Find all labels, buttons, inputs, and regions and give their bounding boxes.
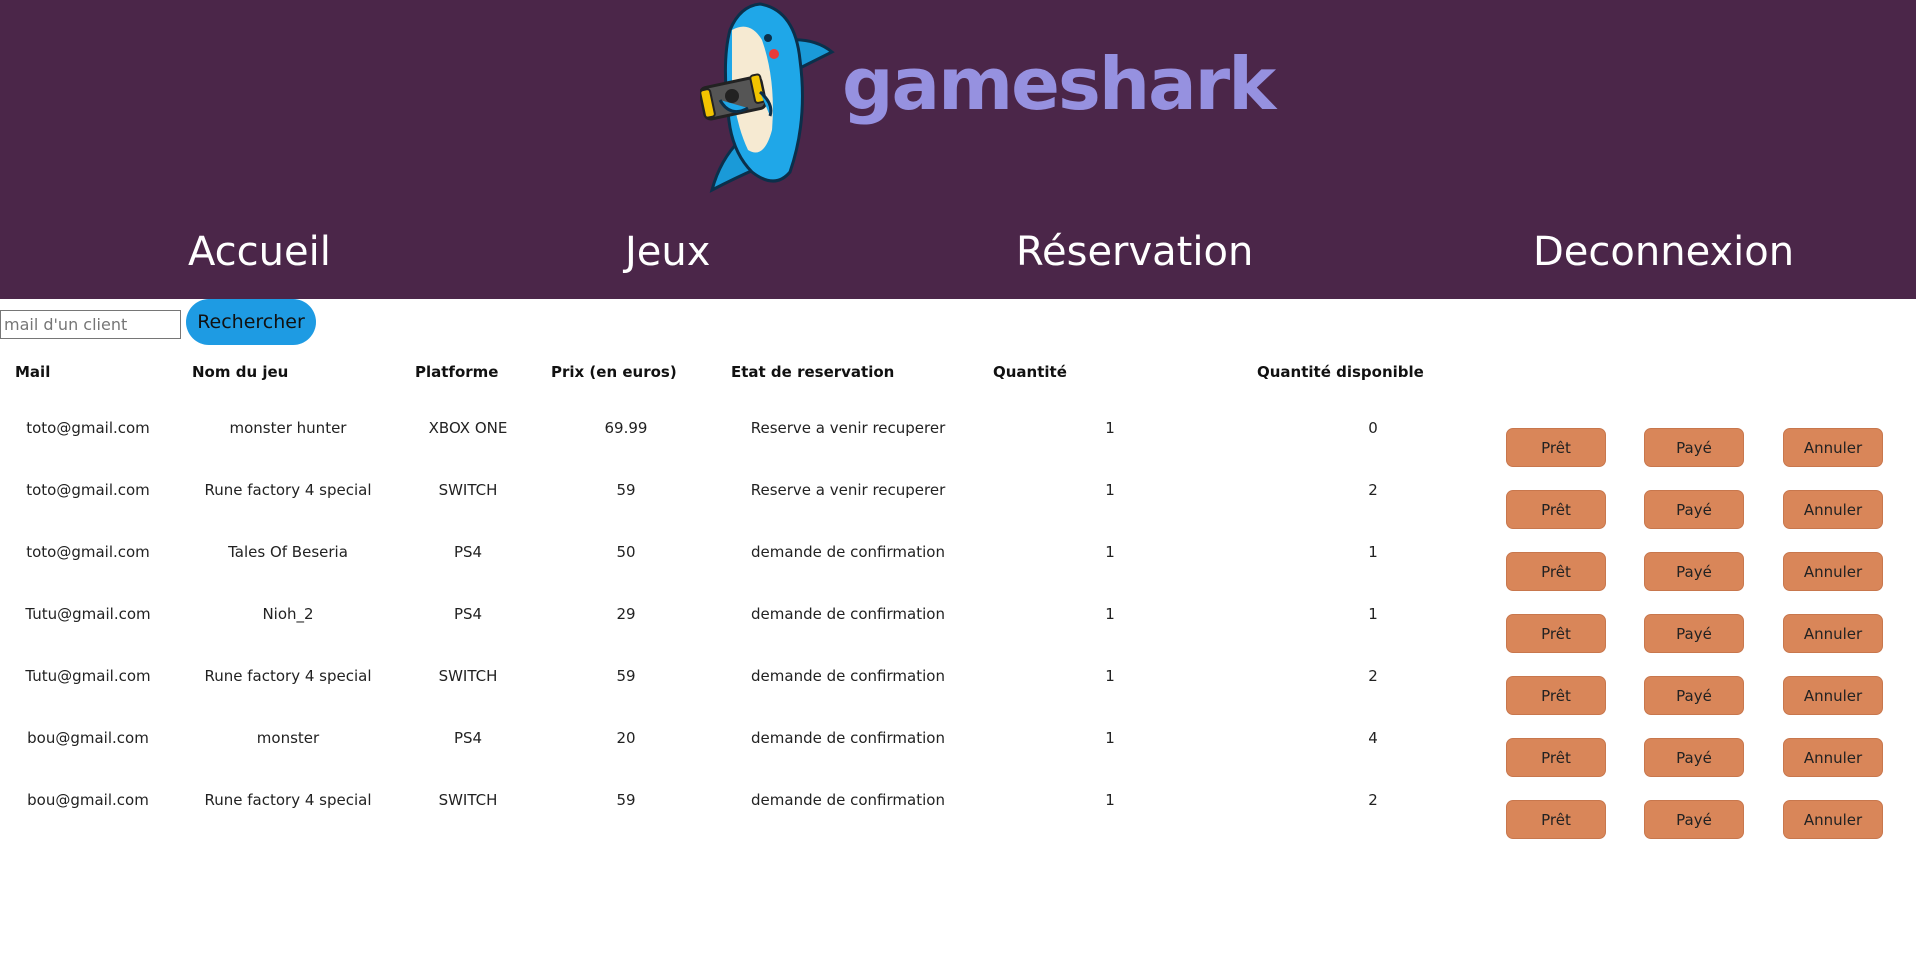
cell-mail: Tutu@gmail.com	[25, 605, 151, 623]
cell-disponible: 2	[1368, 791, 1378, 809]
cell-platforme: PS4	[453, 605, 483, 623]
column-header-disponible: Quantité disponible	[1257, 363, 1424, 381]
cell-etat: demande de confirmation	[751, 729, 945, 747]
cell-disponible: 1	[1368, 543, 1378, 561]
table-row: Tutu@gmail.com Nioh_2 PS4 29 demande de …	[0, 604, 1916, 666]
cell-mail: toto@gmail.com	[26, 481, 150, 499]
cell-quantite: 1	[1105, 419, 1115, 437]
column-header-prix: Prix (en euros)	[551, 363, 677, 381]
cell-etat: Reserve a venir recuperer	[750, 481, 946, 499]
annuler-button[interactable]: Annuler	[1783, 614, 1883, 653]
cell-disponible: 2	[1368, 481, 1378, 499]
cell-quantite: 1	[1105, 481, 1115, 499]
cell-mail: toto@gmail.com	[26, 543, 150, 561]
cell-platforme: SWITCH	[438, 481, 498, 499]
cell-prix: 20	[616, 729, 636, 747]
table-row: toto@gmail.com Rune factory 4 special SW…	[0, 480, 1916, 542]
cell-prix: 59	[616, 481, 636, 499]
main-nav: Accueil Jeux Réservation Deconnexion	[0, 222, 1916, 282]
pret-button[interactable]: Prêt	[1506, 552, 1606, 591]
nav-jeux[interactable]: Jeux	[625, 222, 710, 282]
cell-quantite: 1	[1105, 605, 1115, 623]
nav-deconnexion[interactable]: Deconnexion	[1533, 222, 1794, 282]
cell-disponible: 4	[1368, 729, 1378, 747]
paye-button[interactable]: Payé	[1644, 614, 1744, 653]
column-header-quantite: Quantité	[993, 363, 1067, 381]
shark-with-console-icon	[700, 2, 835, 193]
table-row: toto@gmail.com monster hunter XBOX ONE 6…	[0, 418, 1916, 480]
cell-jeu: Tales Of Beseria	[228, 543, 348, 561]
cell-platforme: PS4	[453, 543, 483, 561]
cell-etat: demande de confirmation	[751, 605, 945, 623]
annuler-button[interactable]: Annuler	[1783, 428, 1883, 467]
cell-quantite: 1	[1105, 543, 1115, 561]
column-header-mail: Mail	[15, 363, 51, 381]
cell-mail: toto@gmail.com	[26, 419, 150, 437]
cell-prix: 69.99	[604, 419, 648, 437]
brand-name: gameshark	[842, 42, 1276, 126]
column-header-etat: Etat de reservation	[731, 363, 895, 381]
annuler-button[interactable]: Annuler	[1783, 800, 1883, 839]
pret-button[interactable]: Prêt	[1506, 428, 1606, 467]
cell-jeu: Rune factory 4 special	[204, 791, 372, 809]
cell-prix: 59	[616, 667, 636, 685]
annuler-button[interactable]: Annuler	[1783, 490, 1883, 529]
pret-button[interactable]: Prêt	[1506, 614, 1606, 653]
annuler-button[interactable]: Annuler	[1783, 552, 1883, 591]
cell-jeu: Rune factory 4 special	[204, 667, 372, 685]
cell-etat: demande de confirmation	[751, 791, 945, 809]
pret-button[interactable]: Prêt	[1506, 738, 1606, 777]
pret-button[interactable]: Prêt	[1506, 676, 1606, 715]
cell-quantite: 1	[1105, 729, 1115, 747]
cell-platforme: XBOX ONE	[428, 419, 508, 437]
cell-disponible: 1	[1368, 605, 1378, 623]
search-button[interactable]: Rechercher	[186, 299, 316, 345]
paye-button[interactable]: Payé	[1644, 428, 1744, 467]
cell-jeu: monster	[256, 729, 320, 747]
cell-prix: 50	[616, 543, 636, 561]
cell-prix: 29	[616, 605, 636, 623]
paye-button[interactable]: Payé	[1644, 738, 1744, 777]
cell-prix: 59	[616, 791, 636, 809]
brand-logo[interactable]: gameshark	[700, 0, 1276, 200]
cell-disponible: 0	[1368, 419, 1378, 437]
pret-button[interactable]: Prêt	[1506, 490, 1606, 529]
cell-platforme: PS4	[453, 729, 483, 747]
cell-quantite: 1	[1105, 791, 1115, 809]
cell-mail: Tutu@gmail.com	[25, 667, 151, 685]
table-row: toto@gmail.com Tales Of Beseria PS4 50 d…	[0, 542, 1916, 604]
cell-platforme: SWITCH	[438, 791, 498, 809]
paye-button[interactable]: Payé	[1644, 490, 1744, 529]
cell-disponible: 2	[1368, 667, 1378, 685]
cell-jeu: monster hunter	[229, 419, 347, 437]
site-header: gameshark Accueil Jeux Réservation Decon…	[0, 0, 1916, 299]
table-row: bou@gmail.com Rune factory 4 special SWI…	[0, 790, 1916, 852]
cell-etat: demande de confirmation	[751, 543, 945, 561]
paye-button[interactable]: Payé	[1644, 676, 1744, 715]
cell-mail: bou@gmail.com	[27, 729, 149, 747]
cell-etat: Reserve a venir recuperer	[750, 419, 946, 437]
cell-mail: bou@gmail.com	[27, 791, 149, 809]
annuler-button[interactable]: Annuler	[1783, 738, 1883, 777]
client-email-search-input[interactable]	[0, 310, 181, 339]
column-header-jeu: Nom du jeu	[192, 363, 289, 381]
annuler-button[interactable]: Annuler	[1783, 676, 1883, 715]
nav-reservation[interactable]: Réservation	[1016, 222, 1253, 282]
paye-button[interactable]: Payé	[1644, 552, 1744, 591]
cell-jeu: Nioh_2	[262, 605, 314, 623]
table-row: Tutu@gmail.com Rune factory 4 special SW…	[0, 666, 1916, 728]
cell-etat: demande de confirmation	[751, 667, 945, 685]
cell-quantite: 1	[1105, 667, 1115, 685]
paye-button[interactable]: Payé	[1644, 800, 1744, 839]
cell-platforme: SWITCH	[438, 667, 498, 685]
nav-accueil[interactable]: Accueil	[188, 222, 331, 282]
cell-jeu: Rune factory 4 special	[204, 481, 372, 499]
column-header-platforme: Platforme	[415, 363, 499, 381]
table-row: bou@gmail.com monster PS4 20 demande de …	[0, 728, 1916, 790]
pret-button[interactable]: Prêt	[1506, 800, 1606, 839]
